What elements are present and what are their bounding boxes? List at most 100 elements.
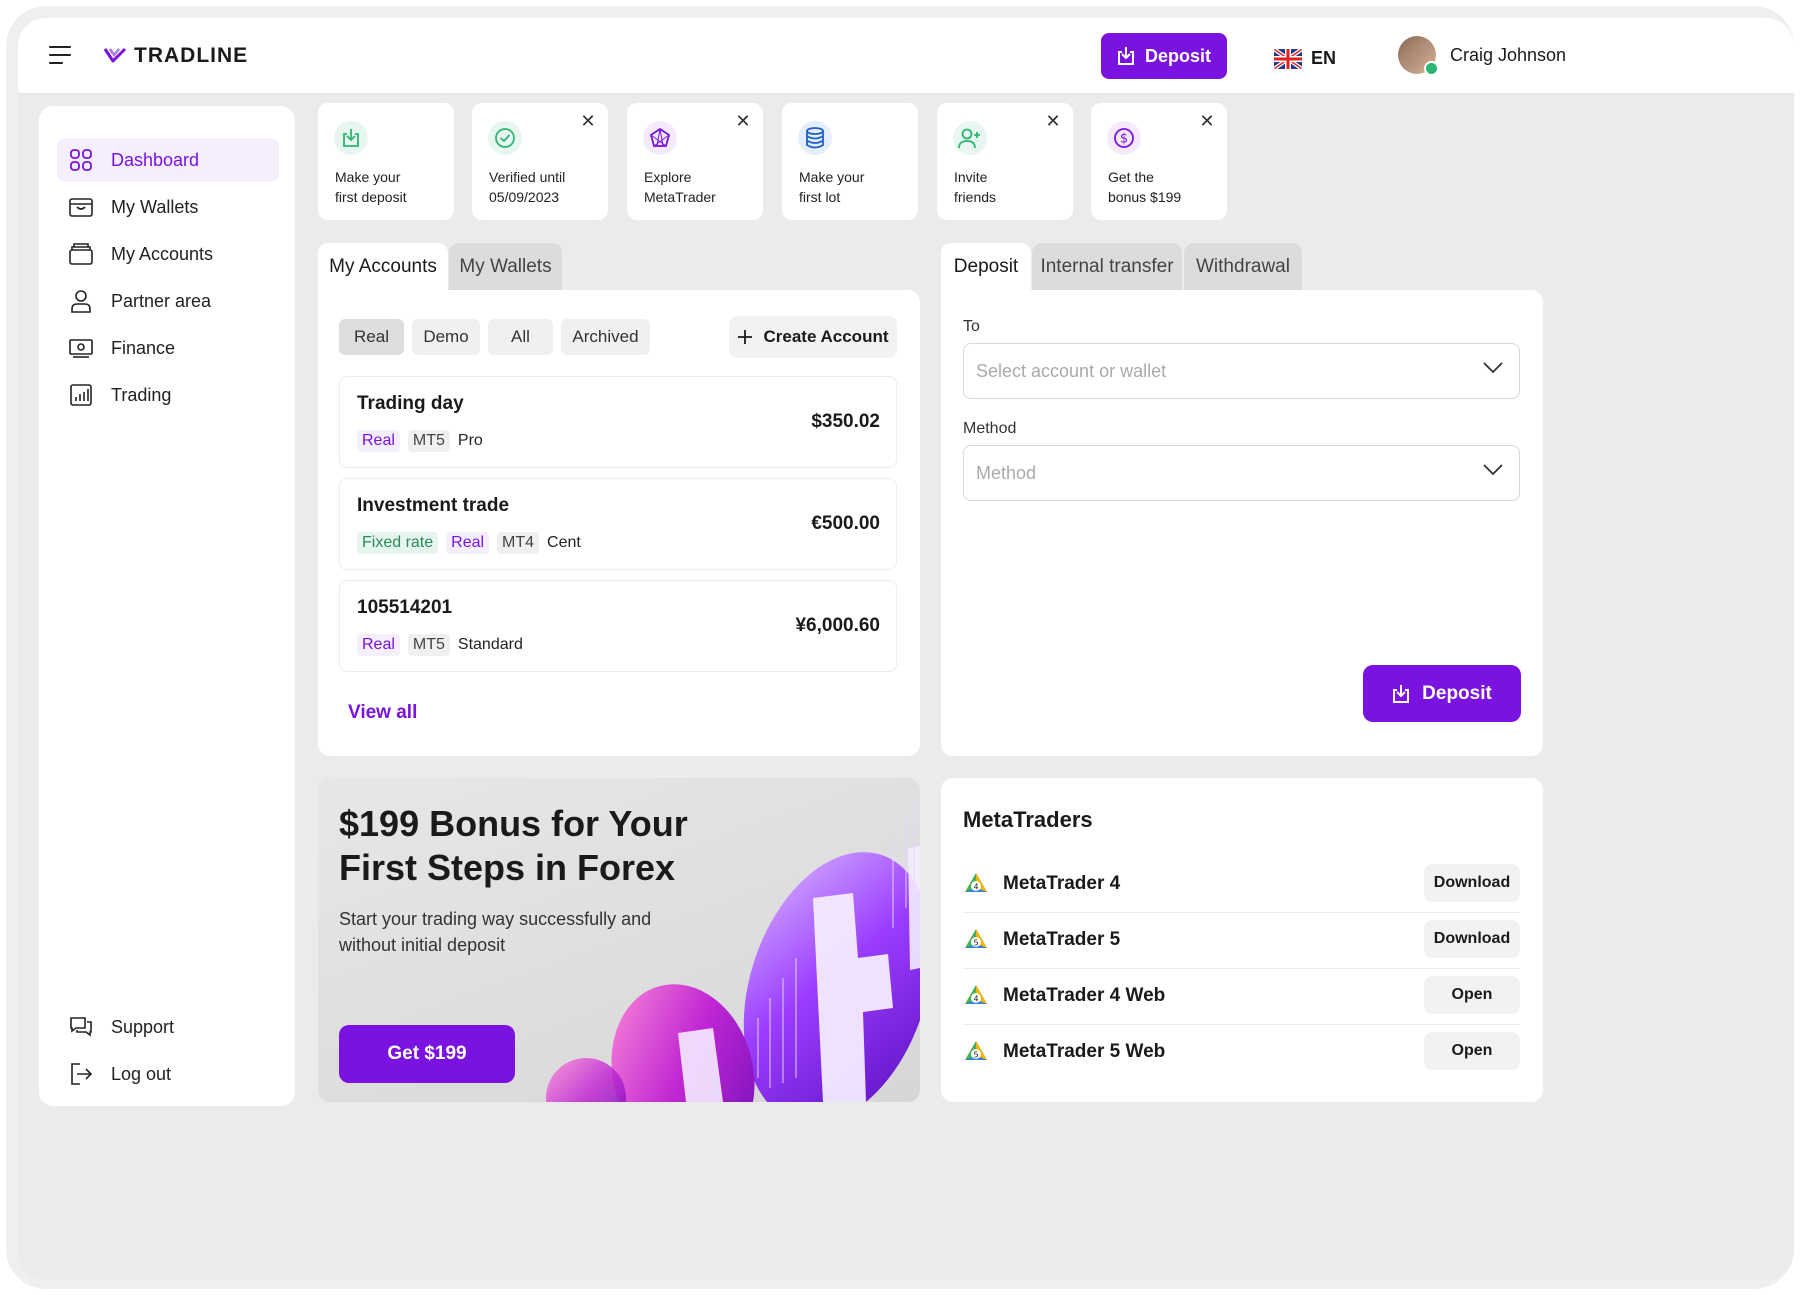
quick-card-first-lot[interactable]: Make your first lot [782,103,918,220]
promo-title: $199 Bonus for Your First Steps in Forex [339,803,688,888]
verified-badge-icon [1424,61,1439,76]
avatar [1398,36,1439,76]
header-deposit-button[interactable]: Deposit [1101,33,1227,79]
account-card[interactable]: Investment trade €500.00 Fixed rate Real… [339,478,897,570]
deposit-submit-button[interactable]: Deposit [1363,665,1521,722]
tag: MT5 [407,634,450,656]
divider [963,968,1520,969]
svg-text:5: 5 [973,1051,978,1060]
account-name: 105514201 [357,597,453,618]
quick-card-text: Explore MetaTrader [644,169,716,205]
sidebar-item-label: Support [111,1016,175,1037]
tag: MT5 [407,430,450,452]
sidebar-item-log-out[interactable]: Log out [57,1052,279,1096]
method-select[interactable]: Method [963,445,1520,501]
open-button[interactable]: Open [1424,1032,1520,1070]
wallet-icon [69,195,93,219]
close-icon[interactable]: ✕ [1043,111,1063,131]
filter-real[interactable]: Real [339,319,404,355]
download-button[interactable]: Download [1424,864,1520,902]
sidebar-item-trading[interactable]: Trading [57,373,279,417]
logo-mark-icon [104,47,126,63]
metatraders-title: MetaTraders [963,807,1093,832]
filter-all[interactable]: All [488,319,553,355]
user-name: Craig Johnson [1450,44,1567,65]
metatrader-icon [643,121,677,155]
sidebar-item-label: Log out [111,1063,172,1084]
tag: Real [446,532,490,554]
quick-card-verified[interactable]: ✕ Verified until 05/09/2023 [472,103,608,220]
sidebar-item-label: My Wallets [111,196,199,217]
open-button[interactable]: Open [1424,976,1520,1014]
sidebar-item-label: My Accounts [111,243,214,264]
divider [963,1024,1520,1025]
tab-internal-transfer[interactable]: Internal transfer [1032,243,1182,291]
database-icon [798,121,832,155]
support-icon [69,1015,93,1039]
create-account-label: Create Account [763,327,889,346]
uk-flag-icon [1274,48,1302,69]
deposit-icon [1393,684,1410,703]
download-button[interactable]: Download [1424,920,1520,958]
quick-card-bonus[interactable]: $ ✕ Get the bonus $199 [1091,103,1227,220]
check-circle-icon [488,121,522,155]
quick-card-first-deposit[interactable]: Make your first deposit [318,103,454,220]
method-label: Method [963,420,1017,437]
tag: Standard [457,636,523,653]
tab-my-wallets[interactable]: My Wallets [449,243,562,291]
logout-icon [69,1062,93,1086]
tag: Pro [457,432,483,449]
close-icon[interactable]: ✕ [1197,111,1217,131]
logo[interactable]: TRADLINE [104,44,248,68]
dollar-icon: $ [1107,121,1141,155]
account-card[interactable]: 105514201 ¥6,000.60 Real MT5 Standard [339,580,897,672]
metatrader-name: MetaTrader 5 [1003,929,1121,950]
chevron-down-icon [1483,362,1503,374]
to-select[interactable]: Select account or wallet [963,343,1520,399]
metatrader-row: 5 MetaTrader 5 Web Open [963,1028,1520,1076]
device-frame: TRADLINE Deposit EN Craig Johnson Dashbo… [6,6,1794,1289]
svg-text:4: 4 [973,995,978,1004]
tag: Fixed rate [357,532,439,554]
sidebar-item-finance[interactable]: Finance [57,326,279,370]
tab-deposit[interactable]: Deposit [941,243,1031,291]
sidebar-item-label: Trading [111,384,172,405]
svg-text:4: 4 [973,883,978,892]
close-icon[interactable]: ✕ [578,111,598,131]
tab-my-accounts[interactable]: My Accounts [318,243,448,291]
hamburger-menu-icon[interactable] [49,46,75,66]
sidebar-item-dashboard[interactable]: Dashboard [57,138,279,182]
sidebar: Dashboard My Wallets My Accounts Partner… [39,106,295,1106]
user-menu[interactable]: Craig Johnson [1398,36,1567,76]
filter-archived[interactable]: Archived [561,319,650,355]
metatrader-name: MetaTrader 4 [1003,873,1121,894]
filter-demo[interactable]: Demo [412,319,480,355]
metatrader-row: 4 MetaTrader 4 Download [963,860,1520,908]
quick-card-explore-metatrader[interactable]: ✕ Explore MetaTrader [627,103,763,220]
quick-card-text: Get the bonus $199 [1108,169,1182,205]
sidebar-item-my-wallets[interactable]: My Wallets [57,185,279,229]
account-tags: Real MT5 Pro [357,430,483,452]
tab-withdrawal[interactable]: Withdrawal [1184,243,1302,291]
account-card[interactable]: Trading day $350.02 Real MT5 Pro [339,376,897,468]
chevron-down-icon [1483,464,1503,476]
finance-icon [69,336,93,360]
sidebar-item-label: Dashboard [111,149,200,170]
sidebar-item-label: Finance [111,337,176,358]
view-all-link[interactable]: View all [348,702,417,724]
quick-card-invite-friends[interactable]: ✕ Invite friends [937,103,1073,220]
to-select-placeholder: Select account or wallet [976,360,1167,381]
sidebar-item-my-accounts[interactable]: My Accounts [57,232,279,276]
deposit-icon [1117,47,1134,65]
sidebar-item-support[interactable]: Support [57,1005,279,1049]
sidebar-item-partner-area[interactable]: Partner area [57,279,279,323]
close-icon[interactable]: ✕ [733,111,753,131]
metatrader-row: 5 MetaTrader 5 Download [963,916,1520,964]
create-account-button[interactable]: Create Account [729,316,897,358]
get-bonus-button[interactable]: Get $199 [339,1025,515,1083]
quick-card-text: Make your first deposit [335,169,407,205]
tag: MT4 [497,532,540,554]
quick-card-text: Invite friends [954,169,997,205]
language-selector[interactable]: EN [1274,48,1336,69]
header-deposit-label: Deposit [1144,45,1211,66]
